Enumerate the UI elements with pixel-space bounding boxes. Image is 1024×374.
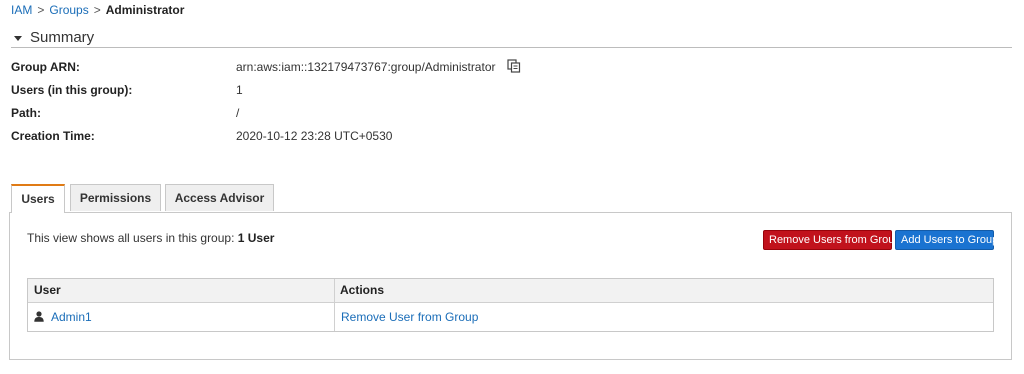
column-header-actions[interactable]: Actions [340,279,384,302]
creation-time-label: Creation Time: [11,129,95,143]
group-arn-label: Group ARN: [11,60,80,74]
group-arn-text: arn:aws:iam::132179473767:group/Administ… [236,60,496,75]
path-label: Path: [11,106,41,120]
add-users-to-group-button[interactable]: Add Users to Group [895,230,998,250]
breadcrumb-current: Administrator [105,3,185,17]
tab-users[interactable]: Users [11,184,65,213]
group-arn-value: arn:aws:iam::132179473767:group/Administ… [236,59,521,77]
user-icon [34,304,44,332]
user-link[interactable]: Admin1 [51,310,92,324]
users-table: User Actions Admin1 Remove User from Gro… [27,278,994,332]
users-count-label: Users (in this group): [11,83,133,97]
users-count-value: 1 [236,83,243,97]
path-value: / [236,106,240,120]
remove-user-from-group-link[interactable]: Remove User from Group [341,310,478,324]
breadcrumb: IAM > Groups > Administrator [11,3,184,17]
table-header: User Actions [28,279,993,303]
users-info-text: This view shows all users in this group:… [27,231,274,245]
caret-down-icon[interactable] [14,36,22,41]
user-cell: Admin1 [34,303,92,331]
summary-title: Summary [30,29,95,46]
remove-users-from-group-button[interactable]: Remove Users from Group [763,230,900,250]
breadcrumb-groups-link[interactable]: Groups [49,3,88,17]
breadcrumb-iam-link[interactable]: IAM [11,3,32,17]
users-info-count: 1 User [237,231,275,245]
action-cell: Remove User from Group [341,303,478,331]
column-header-user[interactable]: User [34,279,61,302]
copy-icon[interactable] [507,59,521,77]
summary-section-toggle[interactable]: Summary [11,29,1012,48]
users-panel: This view shows all users in this group:… [9,212,1012,360]
creation-time-value: 2020-10-12 23:28 UTC+0530 [236,129,393,143]
breadcrumb-separator: > [93,3,101,17]
users-info-prefix: This view shows all users in this group: [27,231,238,245]
tab-permissions[interactable]: Permissions [70,184,161,211]
breadcrumb-separator: > [37,3,45,17]
tab-access-advisor[interactable]: Access Advisor [165,184,274,211]
table-row: Admin1 Remove User from Group [28,303,993,331]
